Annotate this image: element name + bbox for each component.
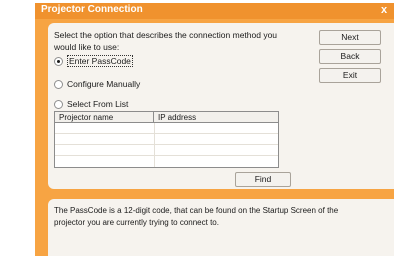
projector-list-table[interactable]: Projector name IP address xyxy=(54,111,279,168)
table-row[interactable] xyxy=(55,123,278,134)
radio-button[interactable] xyxy=(54,80,63,89)
back-button[interactable]: Back xyxy=(319,49,381,64)
column-header-projector-name[interactable]: Projector name xyxy=(55,112,154,123)
close-button[interactable]: x xyxy=(377,3,391,17)
prompt-text: Select the option that describes the con… xyxy=(54,30,278,52)
projector-connection-window: Projector Connection x Select the option… xyxy=(35,3,394,256)
table-row[interactable] xyxy=(55,156,278,166)
column-header-ip-address[interactable]: IP address xyxy=(154,112,278,123)
option-label[interactable]: Select From List xyxy=(67,99,128,109)
options-panel: Select the option that describes the con… xyxy=(48,23,394,189)
window-title: Projector Connection xyxy=(41,4,143,15)
next-button[interactable]: Next xyxy=(319,30,381,45)
radio-button-selected[interactable] xyxy=(54,57,63,66)
info-panel: The PassCode is a 12-digit code, that ca… xyxy=(48,199,394,256)
table-row[interactable] xyxy=(55,134,278,145)
title-bar[interactable]: Projector Connection x xyxy=(35,3,394,19)
find-button[interactable]: Find xyxy=(235,172,291,187)
table-row[interactable] xyxy=(55,145,278,156)
radio-button[interactable] xyxy=(54,100,63,109)
exit-button[interactable]: Exit xyxy=(319,68,381,83)
option-label[interactable]: Enter PassCode xyxy=(67,55,133,67)
info-text: The PassCode is a 12-digit code, that ca… xyxy=(54,206,339,227)
option-label[interactable]: Configure Manually xyxy=(67,79,140,89)
